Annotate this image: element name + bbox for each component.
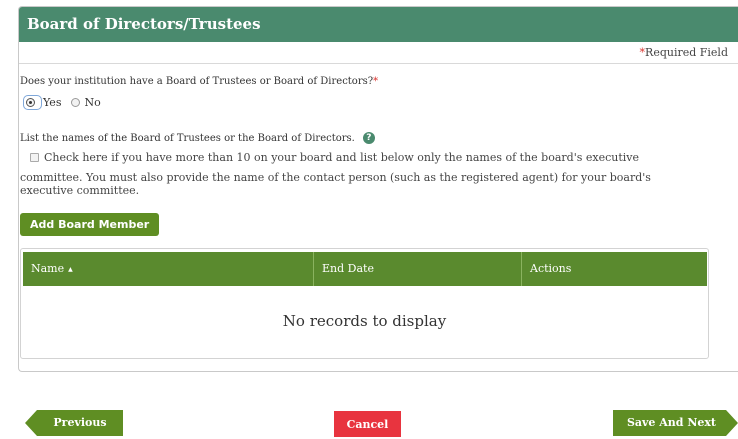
radio-yes[interactable] bbox=[26, 98, 35, 107]
board-question: Does your institution have a Board of Tr… bbox=[20, 76, 378, 87]
column-header-name[interactable]: Name ▲ bbox=[23, 252, 314, 286]
list-prompt: List the names of the Board of Trustees … bbox=[20, 132, 375, 144]
radio-no-option[interactable]: No bbox=[71, 96, 101, 109]
required-field-note: *Required Field bbox=[19, 42, 738, 64]
radio-no-label[interactable]: No bbox=[84, 96, 100, 109]
required-field-label: Required Field bbox=[645, 46, 728, 59]
board-radio-group: Yes No bbox=[23, 95, 111, 110]
grid-header: Name ▲ End Date Actions bbox=[23, 252, 707, 286]
add-board-member-button[interactable]: Add Board Member bbox=[20, 213, 160, 236]
column-header-actions: Actions bbox=[530, 262, 572, 275]
sort-asc-icon[interactable]: ▲ bbox=[68, 266, 73, 273]
cancel-button[interactable]: Cancel bbox=[334, 411, 401, 437]
column-header-end-date[interactable]: End Date bbox=[314, 252, 522, 286]
list-prompt-text: List the names of the Board of Trustees … bbox=[20, 132, 355, 144]
board-members-grid: Name ▲ End Date Actions No records to dis… bbox=[20, 248, 709, 359]
save-and-next-button[interactable]: Save And Next bbox=[613, 410, 738, 436]
section-title: Board of Directors/Trustees bbox=[19, 7, 738, 42]
radio-yes-label[interactable]: Yes bbox=[43, 96, 61, 109]
radio-no[interactable] bbox=[71, 98, 81, 107]
checkbox-label-continued: committee. You must also provide the nam… bbox=[20, 171, 720, 197]
checkbox-label-line1: Check here if you have more than 10 on y… bbox=[44, 151, 639, 164]
column-name-label[interactable]: Name bbox=[31, 262, 64, 275]
radio-yes-option[interactable]: Yes bbox=[23, 95, 61, 110]
executive-committee-checkbox-row[interactable]: Check here if you have more than 10 on y… bbox=[30, 151, 639, 164]
board-question-star: * bbox=[373, 76, 379, 87]
checkbox-label-line2: committee. You must also provide the nam… bbox=[20, 171, 651, 184]
no-records-message: No records to display bbox=[282, 312, 447, 330]
checkbox-label-line3: executive committee. bbox=[20, 184, 140, 197]
board-question-text: Does your institution have a Board of Tr… bbox=[20, 76, 374, 87]
executive-committee-checkbox[interactable] bbox=[30, 153, 39, 162]
question-circle-icon[interactable]: ? bbox=[362, 132, 375, 144]
radio-yes-focus bbox=[23, 95, 42, 110]
previous-button[interactable]: Previous bbox=[25, 410, 123, 436]
